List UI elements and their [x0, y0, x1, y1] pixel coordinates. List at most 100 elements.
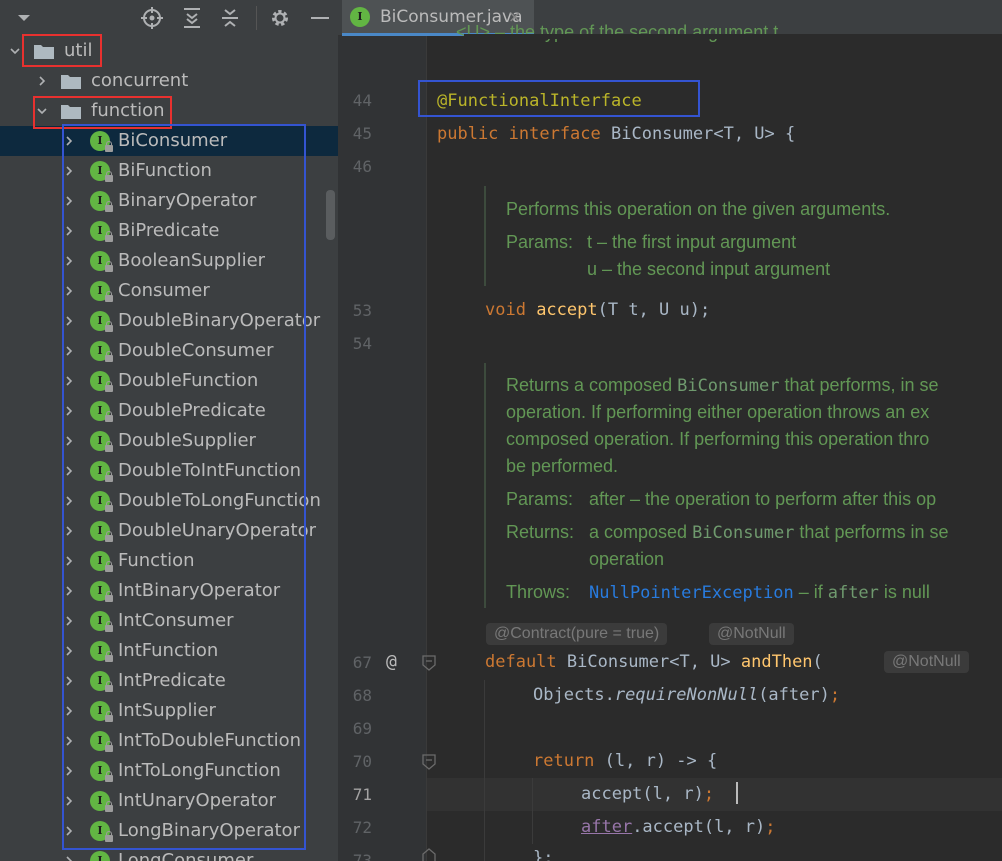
lock-icon — [105, 681, 113, 692]
tree-item-intpredicate[interactable]: I IntPredicate — [0, 666, 338, 696]
fold-icon[interactable] — [422, 754, 436, 770]
line-number: 69 — [352, 719, 372, 738]
tree-item-doublesupplier[interactable]: I DoubleSupplier — [0, 426, 338, 456]
chevron-down-icon[interactable] — [35, 96, 49, 126]
code-line-45[interactable]: public interface BiConsumer<T, U> { — [437, 122, 795, 146]
chevron-right-icon[interactable] — [62, 246, 76, 276]
chevron-right-icon[interactable] — [62, 276, 76, 306]
expand-all-icon[interactable] — [180, 0, 204, 36]
chevron-right-icon[interactable] — [62, 816, 76, 846]
tree-item-intfunction[interactable]: I IntFunction — [0, 636, 338, 666]
interface-icon: I — [90, 671, 113, 692]
lock-icon — [105, 741, 113, 752]
code-line-70[interactable]: return (l, r) -> { — [533, 749, 717, 773]
minimize-icon[interactable] — [308, 0, 332, 36]
chevron-right-icon[interactable] — [35, 66, 49, 96]
chevron-right-icon[interactable] — [62, 516, 76, 546]
code-line-44[interactable]: @FunctionalInterface — [437, 89, 642, 113]
lock-icon — [105, 201, 113, 212]
tree-item-booleansupplier[interactable]: I BooleanSupplier — [0, 246, 338, 276]
chevron-right-icon[interactable] — [62, 366, 76, 396]
line-number: 68 — [352, 686, 372, 705]
code-line-72[interactable]: after.accept(l, r); — [581, 815, 776, 839]
chevron-right-icon[interactable] — [62, 426, 76, 456]
chevron-right-icon[interactable] — [62, 666, 76, 696]
code-line-68[interactable]: Objects.requireNonNull(after); — [533, 683, 840, 707]
chevron-right-icon[interactable] — [62, 186, 76, 216]
tree-item-label: DoubleUnaryOperator — [118, 520, 317, 541]
tree-item-binaryoperator[interactable]: I BinaryOperator — [0, 186, 338, 216]
tree-item-doubleunaryoperator[interactable]: I DoubleUnaryOperator — [0, 516, 338, 546]
tree-item-longconsumer[interactable]: I LongConsumer — [0, 846, 338, 861]
code-line-71[interactable]: accept(l, r); — [581, 782, 714, 806]
chevron-right-icon[interactable] — [62, 576, 76, 606]
chevron-right-icon[interactable] — [62, 756, 76, 786]
interface-icon: I — [90, 131, 113, 152]
tree-item-intunaryoperator[interactable]: I IntUnaryOperator — [0, 786, 338, 816]
doc-param: after – the operation to perform after t… — [589, 489, 937, 509]
collapse-all-icon[interactable] — [218, 0, 242, 36]
tree-item-doubleconsumer[interactable]: I DoubleConsumer — [0, 336, 338, 366]
keyword: public interface — [437, 124, 611, 144]
chevron-right-icon[interactable] — [62, 456, 76, 486]
tree-item-function[interactable]: I Function — [0, 546, 338, 576]
current-line-highlight — [427, 778, 1002, 811]
chevron-right-icon[interactable] — [62, 606, 76, 636]
tree-folder-util[interactable]: util — [0, 36, 338, 66]
chevron-right-icon[interactable] — [62, 696, 76, 726]
tree-item-intconsumer[interactable]: I IntConsumer — [0, 606, 338, 636]
chevron-right-icon[interactable] — [62, 546, 76, 576]
inlay-notnull-hint[interactable]: @NotNull — [709, 623, 794, 645]
method-name: andThen — [740, 652, 813, 672]
tree-item-label: util — [64, 40, 93, 61]
chevron-right-icon[interactable] — [62, 216, 76, 246]
chevron-right-icon[interactable] — [62, 336, 76, 366]
tree-item-longbinaryoperator[interactable]: I LongBinaryOperator — [0, 816, 338, 846]
chevron-right-icon[interactable] — [62, 126, 76, 156]
chevron-right-icon[interactable] — [62, 306, 76, 336]
chevron-down-icon[interactable] — [8, 36, 22, 66]
tree-item-inttolongfunction[interactable]: I IntToLongFunction — [0, 756, 338, 786]
chevron-right-icon[interactable] — [62, 726, 76, 756]
inlay-contract-hint[interactable]: @Contract(pure = true) — [486, 623, 668, 645]
chevron-right-icon[interactable] — [62, 846, 76, 861]
dropdown-arrow-icon[interactable] — [12, 0, 36, 36]
tree-item-intbinaryoperator[interactable]: I IntBinaryOperator — [0, 576, 338, 606]
tree-item-doubletointfunction[interactable]: I DoubleToIntFunction — [0, 456, 338, 486]
tree-folder-concurrent[interactable]: concurrent — [0, 66, 338, 96]
chevron-right-icon[interactable] — [62, 396, 76, 426]
code-line-53[interactable]: void accept(T t, U u); — [485, 298, 710, 322]
code-line-67[interactable]: default BiConsumer<T, U> andThen( — [485, 650, 833, 674]
chevron-right-icon[interactable] — [62, 486, 76, 516]
tree-item-doublebinaryoperator[interactable]: I DoubleBinaryOperator — [0, 306, 338, 336]
interface-icon: I — [90, 371, 113, 392]
tree-item-inttodoublefunction[interactable]: I IntToDoubleFunction — [0, 726, 338, 756]
tree-item-bipredicate[interactable]: I BiPredicate — [0, 216, 338, 246]
fold-icon[interactable] — [422, 848, 436, 861]
tree-item-consumer[interactable]: I Consumer — [0, 276, 338, 306]
tree-item-intsupplier[interactable]: I IntSupplier — [0, 696, 338, 726]
doc-params-label: Params: — [506, 232, 574, 252]
inlay-param-notnull-hint[interactable]: @NotNull — [884, 651, 969, 673]
tree-folder-function[interactable]: function — [0, 96, 338, 126]
indent-guide — [532, 778, 533, 844]
tree-item-doublepredicate[interactable]: I DoublePredicate — [0, 396, 338, 426]
code-text: ( — [812, 652, 834, 672]
fold-icon[interactable] — [422, 655, 436, 671]
tree-item-bifunction[interactable]: I BiFunction — [0, 156, 338, 186]
chevron-right-icon[interactable] — [62, 786, 76, 816]
tree-item-doublefunction[interactable]: I DoubleFunction — [0, 366, 338, 396]
doc-returns: operation — [589, 549, 665, 569]
chevron-right-icon[interactable] — [62, 636, 76, 666]
tree-item-biconsumer[interactable]: I BiConsumer — [0, 126, 338, 156]
tree-item-label: IntToDoubleFunction — [118, 730, 302, 751]
folder-icon — [34, 43, 54, 59]
locate-icon[interactable] — [140, 0, 164, 36]
gear-icon[interactable] — [268, 0, 292, 36]
tree-item-doubletolongfunction[interactable]: I DoubleToLongFunction — [0, 486, 338, 516]
chevron-right-icon[interactable] — [62, 156, 76, 186]
code-line-73[interactable]: }; — [533, 846, 553, 861]
override-gutter-marker[interactable]: @ — [386, 650, 397, 674]
exception-link[interactable]: NullPointerException — [589, 583, 794, 603]
keyword: default — [485, 652, 567, 672]
